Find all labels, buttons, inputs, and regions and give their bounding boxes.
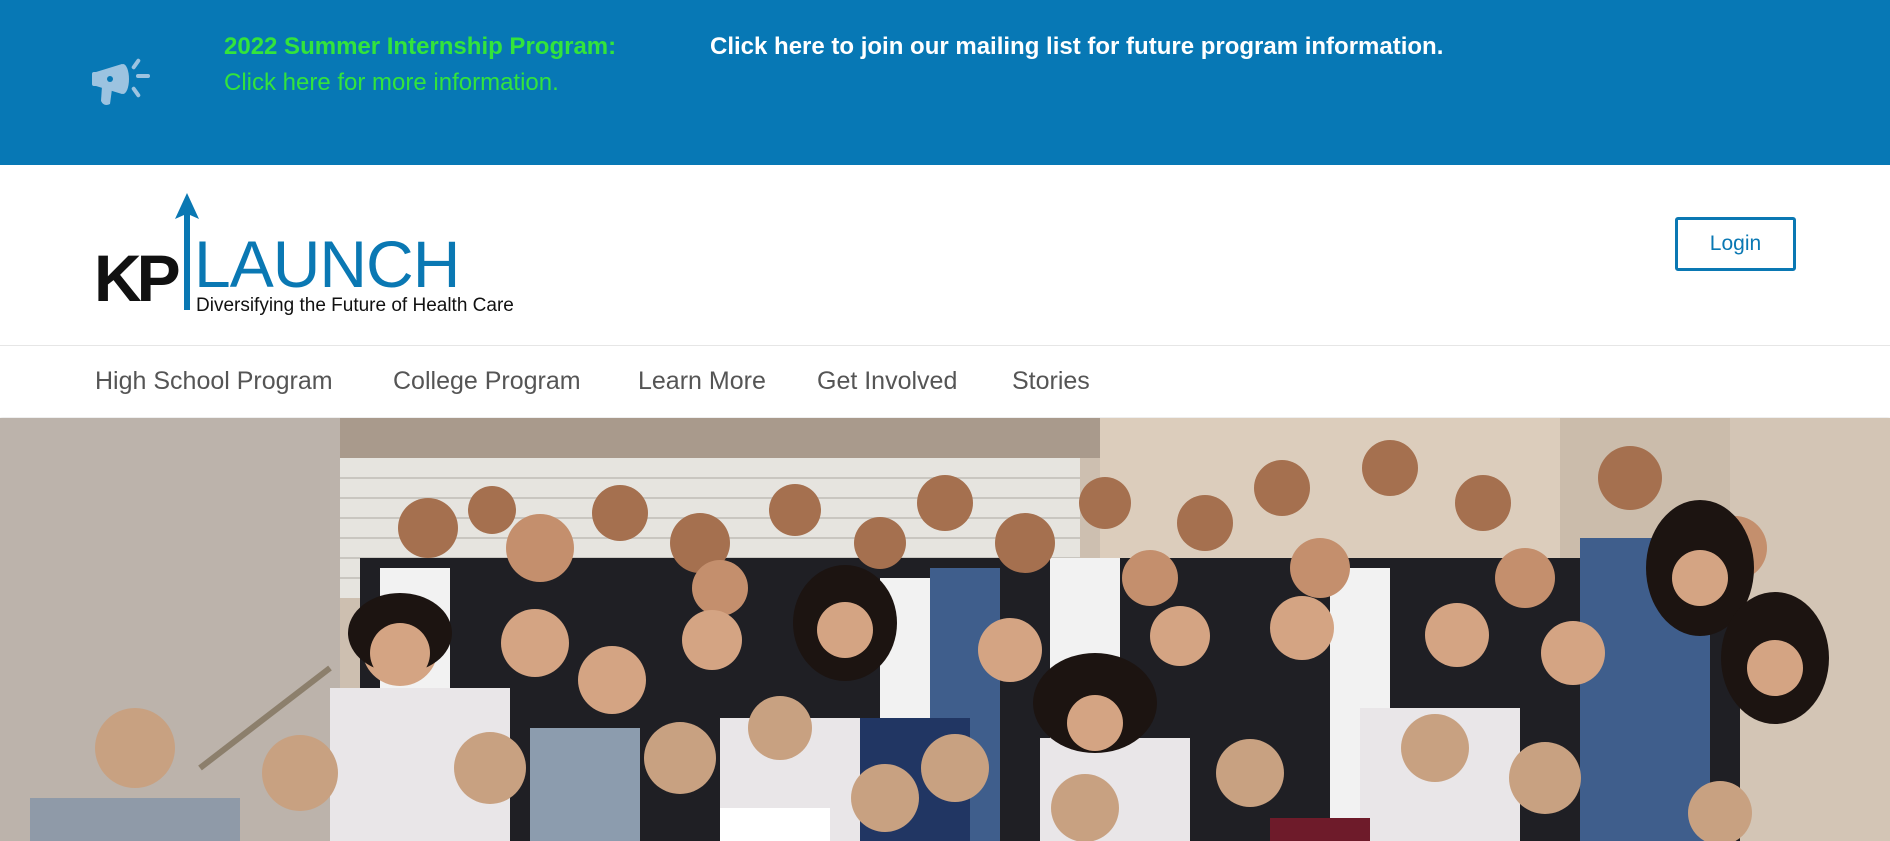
logo-kp-text: KP: [94, 241, 181, 315]
main-nav: High School Program College Program Lear…: [0, 346, 1890, 417]
megaphone-icon: [92, 58, 150, 105]
nav-item-college-program[interactable]: College Program: [393, 366, 581, 396]
internship-program-title[interactable]: 2022 Summer Internship Program:: [224, 32, 616, 62]
kp-launch-logo[interactable]: KP LAUNCH Diversifying the Future of Hea…: [92, 193, 542, 323]
more-info-link[interactable]: Click here for more information.: [224, 68, 559, 98]
mailing-list-link[interactable]: Click here to join our mailing list for …: [710, 32, 1443, 62]
site-header: KP LAUNCH Diversifying the Future of Hea…: [0, 165, 1890, 346]
login-button[interactable]: Login: [1675, 217, 1796, 271]
nav-item-high-school-program[interactable]: High School Program: [95, 366, 333, 396]
hero-group-photo: [0, 418, 1890, 841]
nav-item-stories[interactable]: Stories: [1012, 366, 1090, 396]
logo-tagline: Diversifying the Future of Health Care: [196, 295, 514, 316]
announcement-bar: 2022 Summer Internship Program: Click he…: [0, 0, 1890, 165]
nav-item-learn-more[interactable]: Learn More: [638, 366, 766, 396]
logo-launch-text: LAUNCH: [194, 227, 460, 301]
group-photo-illustration: [0, 418, 1890, 841]
nav-item-get-involved[interactable]: Get Involved: [817, 366, 957, 396]
